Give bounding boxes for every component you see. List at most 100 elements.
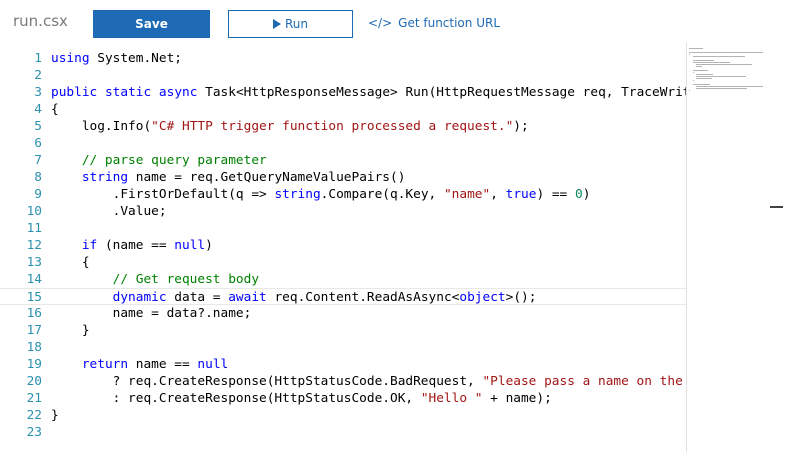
code-line[interactable]: 14 // Get request body [0,271,686,288]
code-line[interactable]: 10 .Value; [0,203,686,220]
code-token: ) [582,187,591,202]
code-token: data = [166,290,229,305]
code-text: // Get request body [51,271,259,288]
code-token: >(); [505,290,537,305]
line-number: 2 [34,68,42,83]
code-token: null [197,357,229,372]
line-number: 7 [34,153,42,168]
code-token: async [158,85,206,100]
code-text: } [51,322,90,339]
code-line[interactable]: 18 [0,339,686,356]
code-token: "C# HTTP trigger function processed a re… [151,119,514,134]
minimap-line [689,90,690,91]
minimap-line [696,64,752,65]
code-line[interactable]: 6 [0,135,686,152]
code-token: name = req.GetQueryNameValuePairs() [128,170,406,185]
code-token: , [490,187,506,202]
code-token: string [81,170,129,185]
code-text: string name = req.GetQueryNameValuePairs… [51,169,406,186]
code-token: "Please pass a name on the [482,374,683,389]
code-token: { [51,102,59,117]
code-token: .FirstOrDefault(q => [51,187,275,202]
minimap-line [696,78,713,79]
code-text: log.Info("C# HTTP trigger function proce… [51,118,529,135]
code-line[interactable]: 11 [0,220,686,237]
code-text: { [51,254,90,271]
code-line[interactable]: 20 ? req.CreateResponse(HttpStatusCode.B… [0,373,686,390]
code-minimap[interactable] [686,42,775,452]
code-text: ? req.CreateResponse(HttpStatusCode.BadR… [51,373,683,390]
line-number: 11 [26,221,42,236]
code-token: true [505,187,537,202]
minimap-line [696,74,714,75]
line-number: 19 [26,357,42,372]
code-line[interactable]: 12 if (name == null) [0,237,686,254]
line-number: 18 [26,340,42,355]
code-line[interactable]: 8 string name = req.GetQueryNameValuePai… [0,169,686,186]
code-line[interactable]: 16 name = data?.name; [0,305,686,322]
code-text: public static async Task<HttpResponseMes… [51,84,686,101]
minimap-line [696,88,748,89]
code-token: name = data?.name; [51,306,252,321]
code-token: : req.CreateResponse(HttpStatusCode.OK, [51,391,421,406]
code-token: null [174,238,206,253]
get-function-url-link[interactable]: </> Get function URL [368,16,500,30]
line-number: 14 [26,272,42,287]
line-number: 15 [26,290,42,305]
code-line[interactable]: 21 : req.CreateResponse(HttpStatusCode.O… [0,390,686,407]
code-token: static [104,85,152,100]
line-number: 3 [34,85,42,100]
code-line[interactable]: 9 .FirstOrDefault(q => string.Compare(q.… [0,186,686,203]
line-number: 23 [26,425,42,440]
minimap-line [692,80,694,81]
code-line[interactable]: 13 { [0,254,686,271]
minimap-line [692,72,694,73]
code-line[interactable]: 1 using System.Net; [0,50,686,67]
code-token: + name); [482,391,552,406]
code-line[interactable]: 19 return name == null [0,356,686,373]
minimap-line [692,70,708,71]
line-number: 4 [34,102,42,117]
code-line[interactable]: 15 dynamic data = await req.Content.Read… [0,288,686,305]
line-number: 1 [34,51,42,66]
code-text: return name == null [51,356,228,373]
code-line[interactable]: 23 [0,424,686,441]
minimap-line [696,76,746,77]
code-text: .FirstOrDefault(q => string.Compare(q.Ke… [51,186,591,203]
code-token: return [81,357,129,372]
code-token: // parse query parameter [51,153,267,168]
line-number: 21 [26,391,42,406]
code-editor[interactable]: 1 using System.Net; 2 3 public static async … [0,48,686,452]
line-number: 6 [34,136,42,151]
code-token: log.Info( [51,119,152,134]
line-number: 8 [34,170,42,185]
code-line[interactable]: 17 } [0,322,686,339]
code-token: .Compare(q.Key, [320,187,444,202]
line-number: 22 [26,408,42,423]
run-button[interactable]: Run [228,10,353,38]
line-number: 13 [26,255,42,270]
minimap-line [689,48,704,49]
code-token: } [51,408,59,423]
code-token: await [228,290,267,305]
code-line[interactable]: 3 public static async Task<HttpResponseMe… [0,84,686,101]
code-token: "Hello " [420,391,483,406]
minimap-line [692,62,731,63]
line-number: 12 [26,238,42,253]
code-line[interactable]: 4{ [0,101,686,118]
code-line[interactable]: 22} [0,407,686,424]
minimap-line [696,66,703,67]
code-line[interactable]: 7 // parse query parameter [0,152,686,169]
code-token: (name == [97,238,175,253]
code-line[interactable]: 5 log.Info("C# HTTP trigger function pro… [0,118,686,135]
scrollbar-indicator[interactable] [770,206,783,208]
code-token: ) [205,238,213,253]
code-token: Task<HttpResponseMessage> Run(HttpReques… [205,85,686,100]
code-text: dynamic data = await req.Content.ReadAsA… [51,289,537,306]
save-button[interactable]: Save [93,10,210,38]
minimap-line [692,56,745,57]
code-line[interactable]: 2 [0,67,686,84]
line-number: 5 [34,119,42,134]
